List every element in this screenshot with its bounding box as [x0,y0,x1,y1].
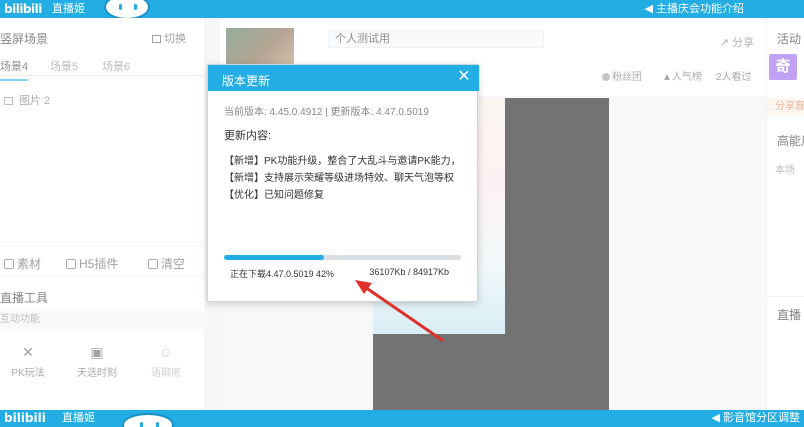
update-note: 【优化】已知问题修复 [224,190,324,201]
mascot-icon [104,0,150,20]
update-content-label: 更新内容: [224,130,272,142]
version-info: 当前版本: 4.45.0.4912 | 更新版本: 4.47.0.5019 [224,107,429,118]
app-name: 直播姬 [62,412,95,424]
top-bar: bilibili 直播姬 ◀ 主播庆会功能介绍 [0,0,804,20]
bottom-bar: bilibili 直播姬 ◀ 影音馆分区调整 [0,410,804,427]
bottom-notice-text: 影音馆分区调整 [723,412,800,424]
close-icon[interactable]: ✕ [455,67,473,87]
mascot-icon [122,413,174,427]
update-notes: 【新增】PK功能升级，整合了大乱斗与邀请PK能力， 【新增】支持展示荣耀等级进场… [224,153,474,204]
app-name: 直播姬 [52,3,85,15]
speaker-icon: ◀ [711,412,723,424]
top-notice-text: 主播庆会功能介绍 [656,3,744,15]
dialog-title: 版本更新 [222,74,271,88]
bottom-notice-link[interactable]: ◀ 影音馆分区调整 [711,410,800,427]
update-note: 【新增】PK功能升级，整合了大乱斗与邀请PK能力， [224,156,461,167]
download-status: 正在下载4.47.0.5019 42% [230,269,335,279]
download-bytes: 36107Kb / 84917Kb [369,267,449,277]
dialog-header: 版本更新 ✕ [208,65,479,91]
update-note: 【新增】支持展示荣耀等级进场特效、聊天气泡等权 [224,173,454,184]
update-dialog: 版本更新 ✕ 当前版本: 4.45.0.4912 | 更新版本: 4.47.0.… [207,64,479,302]
top-notice-link[interactable]: ◀ 主播庆会功能介绍 [644,0,744,18]
bilibili-logo: bilibili [4,2,42,16]
download-progress-fill [224,255,324,260]
bilibili-logo: bilibili [4,411,46,425]
speaker-icon: ◀ [644,3,656,15]
download-progress-bar [224,255,461,260]
